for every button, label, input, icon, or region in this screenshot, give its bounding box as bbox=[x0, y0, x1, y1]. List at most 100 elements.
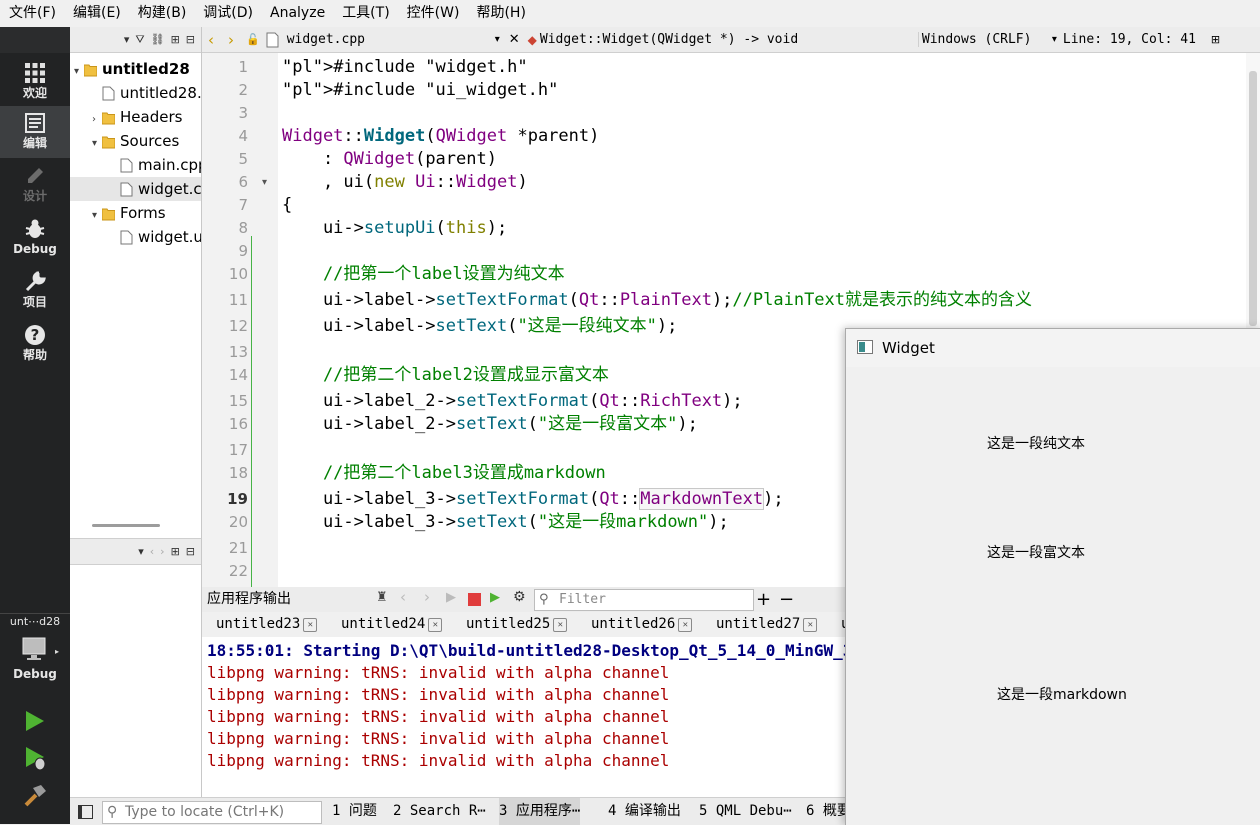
menu-item[interactable]: 文件(F) bbox=[0, 0, 64, 27]
tree-item[interactable]: ▾ untitled28 bbox=[70, 57, 201, 81]
close-pane-icon[interactable]: ⊟ bbox=[186, 33, 195, 46]
close-tab-icon[interactable]: ✕ bbox=[678, 618, 693, 632]
link-icon[interactable]: ⛓ bbox=[151, 33, 165, 46]
widget-title-bar[interactable]: Widget bbox=[846, 329, 1260, 367]
close-tab-icon[interactable]: ✕ bbox=[803, 618, 818, 632]
dropdown-icon[interactable]: ▾ bbox=[138, 545, 144, 558]
split-editor-icon[interactable]: ⊞ bbox=[1211, 33, 1220, 46]
code-line[interactable]: ui->label_3->setText("这是一段markdown"); bbox=[282, 511, 729, 534]
tree-item[interactable]: ▾ Sources bbox=[70, 129, 201, 153]
build-hammer-icon[interactable] bbox=[22, 783, 48, 809]
run-icon[interactable] bbox=[24, 709, 46, 733]
mode-design[interactable]: 设计 bbox=[0, 159, 70, 211]
menu-item[interactable]: 调试(D) bbox=[194, 0, 261, 27]
prev-icon[interactable]: ‹ bbox=[400, 588, 406, 606]
rerun-icon[interactable]: ▶ bbox=[446, 590, 456, 605]
mode-debug[interactable]: Debug bbox=[0, 212, 70, 264]
mode-help[interactable]: ? 帮助 bbox=[0, 318, 70, 370]
menu-item[interactable]: 工具(T) bbox=[333, 0, 397, 27]
output-tab[interactable]: untitled27 ✕ bbox=[702, 612, 818, 637]
encoding-dropdown-icon[interactable]: ▾ bbox=[1052, 34, 1057, 45]
code-line[interactable]: , ui(new Ui::Widget) bbox=[282, 171, 528, 194]
code-line[interactable]: { bbox=[282, 194, 292, 217]
output-tab[interactable]: untitled26 ✕ bbox=[577, 612, 693, 637]
code-line[interactable]: ui->label->setText("这是一段纯文本"); bbox=[282, 315, 677, 338]
dropdown-icon[interactable]: ▾ bbox=[124, 33, 130, 46]
tree-item[interactable]: main.cpp bbox=[70, 153, 201, 177]
document-dropdown-icon[interactable]: ▾ bbox=[495, 34, 500, 45]
close-document-icon[interactable]: ✕ bbox=[509, 32, 520, 47]
stop-icon[interactable] bbox=[468, 593, 481, 606]
nav-back-icon[interactable]: ‹ bbox=[208, 31, 214, 49]
split-icon[interactable]: ⊞ bbox=[171, 33, 180, 46]
toggle-sidebar-icon[interactable] bbox=[78, 805, 93, 819]
close-tab-icon[interactable]: ✕ bbox=[303, 618, 318, 632]
mode-projects[interactable]: 项目 bbox=[0, 265, 70, 317]
menu-item[interactable]: 控件(W) bbox=[398, 0, 468, 27]
menu-item[interactable]: Analyze bbox=[261, 0, 333, 27]
output-filter-field[interactable]: ⚲ Filter bbox=[534, 589, 754, 611]
expand-arrow-icon[interactable]: ▾ bbox=[74, 60, 84, 81]
output-tab[interactable]: untitled25 ✕ bbox=[452, 612, 568, 637]
expand-arrow-icon[interactable]: › bbox=[92, 108, 102, 129]
next-icon[interactable]: › bbox=[424, 588, 430, 606]
code-line[interactable]: ui->label_2->setTextFormat(Qt::RichText)… bbox=[282, 390, 743, 413]
cursor-position[interactable]: Line: 19, Col: 41 bbox=[1063, 32, 1211, 47]
code-line[interactable]: ui->label_2->setText("这是一段富文本"); bbox=[282, 413, 698, 436]
clear-output-icon[interactable]: ♜ bbox=[376, 590, 388, 605]
symbol-selector[interactable]: Widget::Widget(QWidget *) -> void bbox=[540, 32, 918, 47]
code-line[interactable]: "pl">#include "ui_widget.h" bbox=[282, 79, 558, 102]
close-tab-icon[interactable]: ✕ bbox=[553, 618, 568, 632]
horizontal-scrollbar[interactable] bbox=[92, 524, 160, 527]
split-icon[interactable]: ⊞ bbox=[171, 545, 180, 558]
tree-item[interactable]: ▾ Forms bbox=[70, 201, 201, 225]
mode-edit[interactable]: 编辑 bbox=[0, 106, 70, 158]
code-line[interactable]: ui->label_3->setTextFormat(Qt::MarkdownT… bbox=[282, 488, 784, 511]
filter-icon[interactable]: ⛛ bbox=[135, 33, 144, 47]
debug-run-icon[interactable] bbox=[24, 745, 48, 771]
code-line[interactable]: ui->setupUi(this); bbox=[282, 217, 507, 240]
output-pane-button[interactable]: 4 编译输出 bbox=[608, 798, 681, 825]
mode-welcome[interactable]: 欢迎 bbox=[0, 56, 70, 108]
document-name[interactable]: widget.cpp bbox=[287, 32, 495, 47]
fold-marker-icon[interactable]: ▾ bbox=[262, 177, 267, 188]
code-line[interactable]: ui->label->setTextFormat(Qt::PlainText);… bbox=[282, 289, 1032, 312]
forward-icon[interactable]: › bbox=[160, 545, 164, 558]
settings-gear-icon[interactable]: ⚙ bbox=[513, 589, 526, 605]
tree-item[interactable]: widget.cpp bbox=[70, 177, 201, 201]
menu-item[interactable]: 编辑(E) bbox=[64, 0, 129, 27]
code-line[interactable]: : QWidget(parent) bbox=[282, 148, 497, 171]
attach-debugger-icon[interactable]: ▶ bbox=[490, 590, 500, 605]
output-pane-button[interactable]: 1 问题 bbox=[332, 798, 377, 825]
output-pane-button[interactable]: 3 应用程序⋯ bbox=[499, 798, 581, 825]
menu-item[interactable]: 帮助(H) bbox=[467, 0, 533, 27]
tree-item[interactable]: widget.ui bbox=[70, 225, 201, 249]
back-icon[interactable]: ‹ bbox=[150, 545, 154, 558]
close-pane-icon[interactable]: ⊟ bbox=[186, 545, 195, 558]
expand-arrow-icon[interactable]: ▾ bbox=[92, 132, 102, 153]
output-tab[interactable]: untitled23 ✕ bbox=[202, 612, 318, 637]
zoom-in-icon[interactable]: + bbox=[756, 587, 771, 612]
output-pane-button[interactable]: 2 Search R⋯ bbox=[393, 798, 486, 825]
code-line[interactable]: Widget::Widget(QWidget *parent) bbox=[282, 125, 599, 148]
output-pane-button[interactable]: 5 QML Debu⋯ bbox=[699, 798, 792, 825]
code-line[interactable]: //把第二个label3设置成markdown bbox=[282, 462, 606, 485]
nav-forward-icon[interactable]: › bbox=[228, 31, 234, 49]
encoding-selector[interactable]: Windows (CRLF) bbox=[917, 32, 1052, 47]
code-line[interactable]: "pl">#include "widget.h" bbox=[282, 56, 528, 79]
tree-item[interactable]: untitled28.pro bbox=[70, 81, 201, 105]
mode-label: 项目 bbox=[22, 295, 47, 309]
expand-arrow-icon[interactable]: ▾ bbox=[92, 204, 102, 225]
code-line[interactable]: //把第一个label设置为纯文本 bbox=[282, 263, 565, 286]
tree-item[interactable]: › Headers bbox=[70, 105, 201, 129]
code-line[interactable]: //把第二个label2设置成显示富文本 bbox=[282, 364, 609, 387]
zoom-out-icon[interactable]: − bbox=[779, 587, 794, 612]
kit-selector[interactable]: ▸ Debug bbox=[0, 633, 70, 685]
menu-item[interactable]: 构建(B) bbox=[129, 0, 195, 27]
scroll-thumb[interactable] bbox=[1249, 71, 1257, 326]
close-tab-icon[interactable]: ✕ bbox=[428, 618, 443, 632]
locator-input[interactable]: ⚲ Type to locate (Ctrl+K) bbox=[102, 801, 322, 824]
application-output[interactable]: 18:55:01: Starting D:\QT\build-untitled2… bbox=[202, 637, 846, 797]
pencil-icon bbox=[28, 168, 43, 183]
output-tab[interactable]: untitled24 ✕ bbox=[327, 612, 443, 637]
